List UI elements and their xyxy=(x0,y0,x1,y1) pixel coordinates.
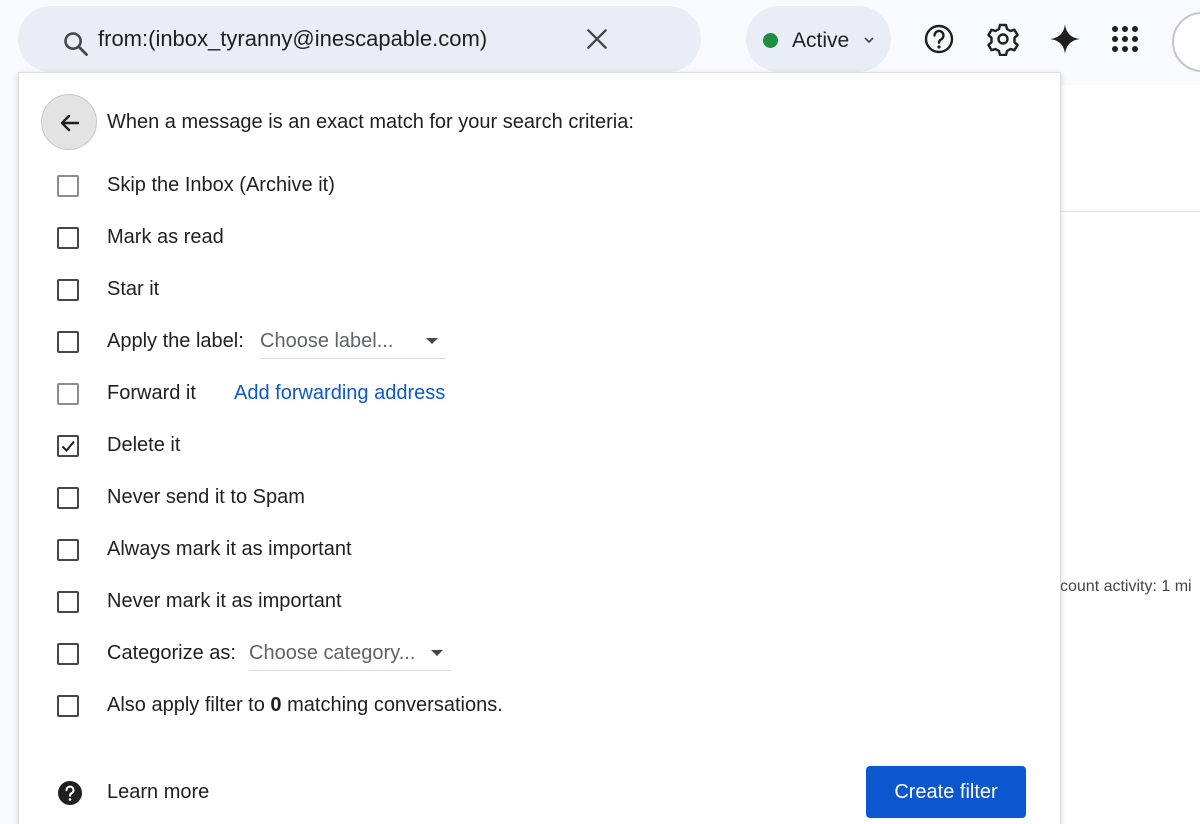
search-icon[interactable] xyxy=(62,30,90,58)
dropdown-arrow-icon xyxy=(426,338,438,344)
divider xyxy=(1058,211,1200,212)
dialog-heading: When a message is an exact match for you… xyxy=(107,111,634,133)
create-filter-button[interactable]: Create filter xyxy=(866,766,1026,818)
checkbox-mark-as-read[interactable] xyxy=(57,227,79,249)
option-skip-inbox[interactable]: Skip the Inbox (Archive it) xyxy=(57,169,335,203)
checkbox-apply-to-existing[interactable] xyxy=(57,695,79,717)
option-label: Mark as read xyxy=(107,226,224,248)
mail-list-panel xyxy=(1058,85,1200,824)
option-label: Forward it xyxy=(107,382,196,404)
option-delete-it[interactable]: Delete it xyxy=(57,429,180,463)
option-apply-to-existing[interactable]: Also apply filter to 0 matching conversa… xyxy=(57,689,617,723)
option-always-important[interactable]: Always mark it as important xyxy=(57,533,352,567)
sparkle-icon[interactable] xyxy=(1048,22,1082,56)
apply-suffix: matching conversations. xyxy=(281,694,503,716)
checkbox-never-spam[interactable] xyxy=(57,487,79,509)
filter-dialog: When a message is an exact match for you… xyxy=(18,72,1061,824)
back-button[interactable] xyxy=(41,94,97,150)
checkbox-categorize[interactable] xyxy=(57,643,79,665)
clear-icon[interactable] xyxy=(584,26,610,52)
help-icon[interactable] xyxy=(922,22,956,56)
option-label: Star it xyxy=(107,278,160,300)
option-label: Always mark it as important xyxy=(107,538,352,560)
apps-icon[interactable] xyxy=(1108,22,1142,56)
checkmark-icon xyxy=(61,440,75,452)
label-dropdown[interactable]: Choose label... xyxy=(260,325,446,359)
option-label: Never mark it as important xyxy=(107,590,342,612)
option-label: Never send it to Spam xyxy=(107,486,305,508)
option-mark-as-read[interactable]: Mark as read xyxy=(57,221,224,255)
settings-icon[interactable] xyxy=(986,22,1020,56)
option-label: Also apply filter to 0 matching conversa… xyxy=(107,694,503,717)
account-activity-text: count activity: 1 mi xyxy=(1060,578,1192,595)
option-label: Apply the label: xyxy=(107,330,244,352)
search-bar[interactable]: from:(inbox_tyranny@inescapable.com) xyxy=(18,6,701,72)
dropdown-arrow-icon xyxy=(431,650,443,656)
back-arrow-icon xyxy=(60,114,80,132)
option-never-important[interactable]: Never mark it as important xyxy=(57,585,342,619)
status-indicator xyxy=(763,33,778,48)
checkbox-forward-it[interactable] xyxy=(57,383,79,405)
label-dropdown-value: Choose label... xyxy=(260,330,394,352)
category-dropdown-value: Choose category... xyxy=(249,642,416,664)
learn-more-link[interactable]: Learn more xyxy=(107,781,209,804)
checkbox-skip-inbox[interactable] xyxy=(57,175,79,197)
option-never-spam[interactable]: Never send it to Spam xyxy=(57,481,305,515)
add-forwarding-address-link[interactable]: Add forwarding address xyxy=(234,382,445,405)
option-label: Skip the Inbox (Archive it) xyxy=(107,174,335,196)
category-dropdown[interactable]: Choose category... xyxy=(249,637,451,671)
checkbox-delete-it[interactable] xyxy=(57,435,79,457)
option-apply-label[interactable]: Apply the label: Choose label... xyxy=(57,325,477,359)
status-label: Active xyxy=(792,29,850,52)
option-categorize[interactable]: Categorize as: Choose category... xyxy=(57,637,477,671)
status-dropdown[interactable]: Active xyxy=(746,6,891,72)
option-star-it[interactable]: Star it xyxy=(57,273,159,307)
option-label: Delete it xyxy=(107,434,181,456)
option-label: Categorize as: xyxy=(107,642,236,664)
checkbox-always-important[interactable] xyxy=(57,539,79,561)
search-input[interactable]: from:(inbox_tyranny@inescapable.com) xyxy=(98,26,487,52)
help-icon xyxy=(58,781,82,805)
avatar[interactable] xyxy=(1172,12,1200,72)
chevron-down-icon xyxy=(864,37,874,44)
checkbox-star-it[interactable] xyxy=(57,279,79,301)
matching-count: 0 xyxy=(270,694,282,716)
option-forward-it[interactable]: Forward it Add forwarding address xyxy=(57,377,497,411)
apply-prefix: Also apply filter to xyxy=(107,694,271,716)
checkbox-never-important[interactable] xyxy=(57,591,79,613)
checkbox-apply-label[interactable] xyxy=(57,331,79,353)
